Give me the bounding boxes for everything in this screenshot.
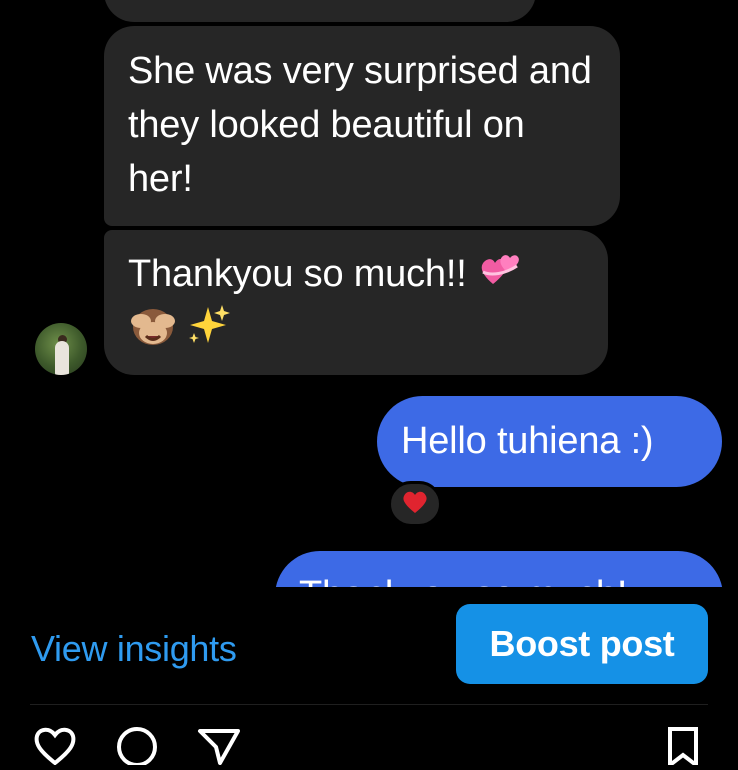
post-actions — [0, 715, 738, 770]
heart-icon — [402, 490, 428, 519]
view-insights-link[interactable]: View insights — [31, 628, 237, 670]
boost-post-button[interactable]: Boost post — [456, 604, 708, 684]
avatar[interactable] — [35, 323, 87, 375]
message-bubble-incoming[interactable]: She was very surprised and they looked b… — [104, 26, 620, 226]
message-text: Thankyou so much!! — [128, 253, 467, 295]
save-icon[interactable] — [666, 725, 700, 770]
message-bubble-incoming[interactable]: Thankyou so much!! — [104, 230, 608, 375]
message-bubble-incoming[interactable] — [104, 0, 536, 22]
see-no-evil-monkey-emoji-icon — [128, 303, 178, 362]
divider — [30, 704, 708, 705]
message-reaction[interactable] — [388, 481, 442, 527]
hearts-emoji-icon — [467, 253, 525, 295]
message-text: She was very surprised and they looked b… — [128, 50, 592, 200]
like-icon[interactable] — [32, 725, 78, 770]
sparkles-emoji-icon — [186, 303, 230, 362]
message-bubble-outgoing[interactable]: Hello tuhiena :) — [377, 396, 722, 487]
message-text: Hello tuhiena :) — [401, 420, 654, 462]
comment-icon[interactable] — [114, 725, 160, 770]
share-icon[interactable] — [196, 725, 242, 770]
avatar-person — [55, 341, 69, 375]
